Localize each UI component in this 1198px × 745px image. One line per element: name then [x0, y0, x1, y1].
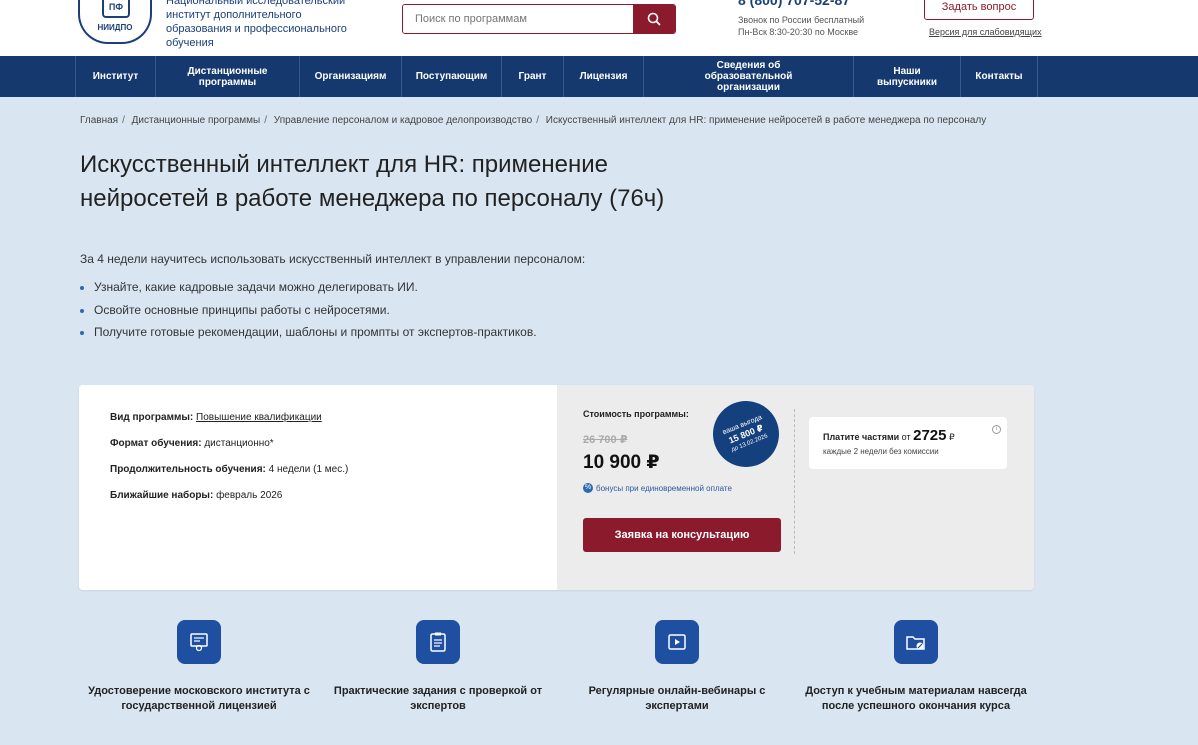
ask-question-button[interactable]: Задать вопрос	[924, 0, 1034, 20]
program-card: Вид программы: Повышение квалификации Фо…	[79, 385, 1034, 590]
program-format: Формат обучения: дистанционно*	[110, 438, 274, 449]
pricing-panel: Стоимость программы: 26 700 ₽ 10 900 ₽ %…	[557, 385, 1034, 590]
nav-item-org-info[interactable]: Сведения об образовательной организации	[643, 56, 853, 97]
program-type-label: Вид программы:	[110, 412, 194, 423]
program-type: Вид программы: Повышение квалификации	[110, 412, 322, 423]
search-icon	[647, 12, 661, 26]
breadcrumb-distance[interactable]: Дистанционные программы	[132, 115, 261, 126]
duration-label: Продолжительность обучения:	[110, 464, 266, 475]
percent-icon: %	[583, 483, 593, 493]
program-duration: Продолжительность обучения: 4 недели (1 …	[110, 464, 348, 475]
clipboard-icon	[416, 620, 460, 664]
org-name: Национальный исследовательский институт …	[166, 0, 347, 49]
old-price: 26 700 ₽	[583, 434, 628, 446]
installment-amount: 2725	[913, 427, 947, 444]
breadcrumb: Главная / Дистанционные программы / Управл…	[80, 115, 987, 126]
cost-label: Стоимость программы:	[583, 409, 689, 419]
site-logo[interactable]: ПФ НИИДПО	[78, 0, 152, 44]
phone-info-hours: Пн-Вск 8:30-20:30 по Москве	[738, 27, 859, 37]
feature-certificate: Удостоверение московского института с го…	[84, 620, 314, 714]
bonus-note: % бонусы при единовременной оплате	[583, 483, 732, 493]
format-value: дистанционно*	[204, 438, 274, 449]
list-item: Получите готовые рекомендации, шаблоны и…	[80, 325, 537, 348]
new-price: 10 900 ₽	[583, 452, 660, 473]
video-icon	[655, 620, 699, 664]
site-header: ПФ НИИДПО Национальный исследовательский…	[0, 0, 1198, 56]
duration-value: 4 недели (1 мес.)	[268, 464, 349, 475]
intro-text: За 4 недели научитесь использовать искус…	[80, 252, 586, 266]
breadcrumb-category[interactable]: Управление персоналом и кадровое делопро…	[274, 115, 532, 126]
installment-prefix: Платите частями	[823, 432, 900, 442]
next-intake-value: февраль 2026	[216, 490, 283, 501]
nav-item-license[interactable]: Лицензия	[563, 56, 643, 97]
info-icon[interactable]: i	[992, 425, 1001, 434]
installment-line: Платите частями от 2725 ₽	[823, 427, 955, 444]
bonus-text: бонусы при единовременной оплате	[596, 483, 732, 493]
search-box	[402, 4, 676, 34]
main-nav: Институт Дистанционные программы Организ…	[0, 56, 1198, 97]
logo-text: НИИДПО	[97, 23, 133, 32]
feature-text: Доступ к учебным материалам навсегда пос…	[805, 685, 1027, 712]
page-title: Искусственный интеллект для HR: применен…	[80, 151, 665, 212]
logo-mark: ПФ	[102, 0, 130, 18]
program-type-link[interactable]: Повышение квалификации	[196, 412, 322, 423]
phone-info: Звонок по России бесплатный Пн-Вск 8:30-…	[738, 14, 864, 38]
nav-item-institute[interactable]: Институт	[75, 56, 155, 97]
format-label: Формат обучения:	[110, 438, 202, 449]
installment-currency: ₽	[949, 432, 955, 442]
feature-text: Практические задания с проверкой от эксп…	[333, 685, 543, 712]
feature-text: Регулярные онлайн-вебинары с экспертами	[588, 685, 766, 712]
feature-webinars: Регулярные онлайн-вебинары с экспертами	[562, 620, 792, 714]
feature-access: Доступ к учебным материалам навсегда пос…	[801, 620, 1031, 714]
nav-item-graduates[interactable]: Наши выпускники	[853, 56, 960, 97]
nav-item-applicants[interactable]: Поступающим	[401, 56, 501, 97]
breadcrumb-home[interactable]: Главная	[80, 115, 118, 126]
list-item: Освойте основные принципы работы с нейро…	[80, 303, 537, 326]
search-input[interactable]	[403, 5, 633, 33]
consultation-button[interactable]: Заявка на консультацию	[583, 518, 781, 552]
feature-practice: Практические задания с проверкой от эксп…	[323, 620, 553, 714]
certificate-icon	[177, 620, 221, 664]
next-intake-label: Ближайшие наборы:	[110, 490, 214, 501]
benefits-list: Узнайте, какие кадровые задачи можно дел…	[80, 280, 537, 348]
search-button[interactable]	[633, 5, 675, 33]
nav-item-contacts[interactable]: Контакты	[960, 56, 1038, 97]
nav-item-distance-programs[interactable]: Дистанционные программы	[155, 56, 299, 97]
nav-item-organizations[interactable]: Организациям	[299, 56, 401, 97]
feature-text: Удостоверение московского института с го…	[88, 685, 310, 712]
phone-info-free: Звонок по России бесплатный	[738, 15, 865, 25]
savings-badge: ваша выгода 15 800 ₽ до 13.02.2026	[703, 391, 789, 477]
program-next-intake: Ближайшие наборы: февраль 2026	[110, 490, 282, 501]
installment-sub: каждые 2 недели без комиссии	[823, 447, 939, 456]
installment-box: Платите частями от 2725 ₽ каждые 2 недел…	[809, 417, 1007, 469]
low-vision-link[interactable]: Версия для слабовидящих	[929, 27, 1042, 37]
divider	[794, 409, 795, 554]
phone-number[interactable]: 8 (800) 707-52-87	[738, 0, 850, 8]
folder-access-icon	[894, 620, 938, 664]
breadcrumb-current: Искусственный интеллект для HR: применен…	[545, 115, 987, 126]
installment-from: от	[901, 432, 911, 442]
list-item: Узнайте, какие кадровые задачи можно дел…	[80, 280, 537, 303]
program-details: Вид программы: Повышение квалификации Фо…	[79, 385, 557, 590]
nav-item-grant[interactable]: Грант	[501, 56, 563, 97]
